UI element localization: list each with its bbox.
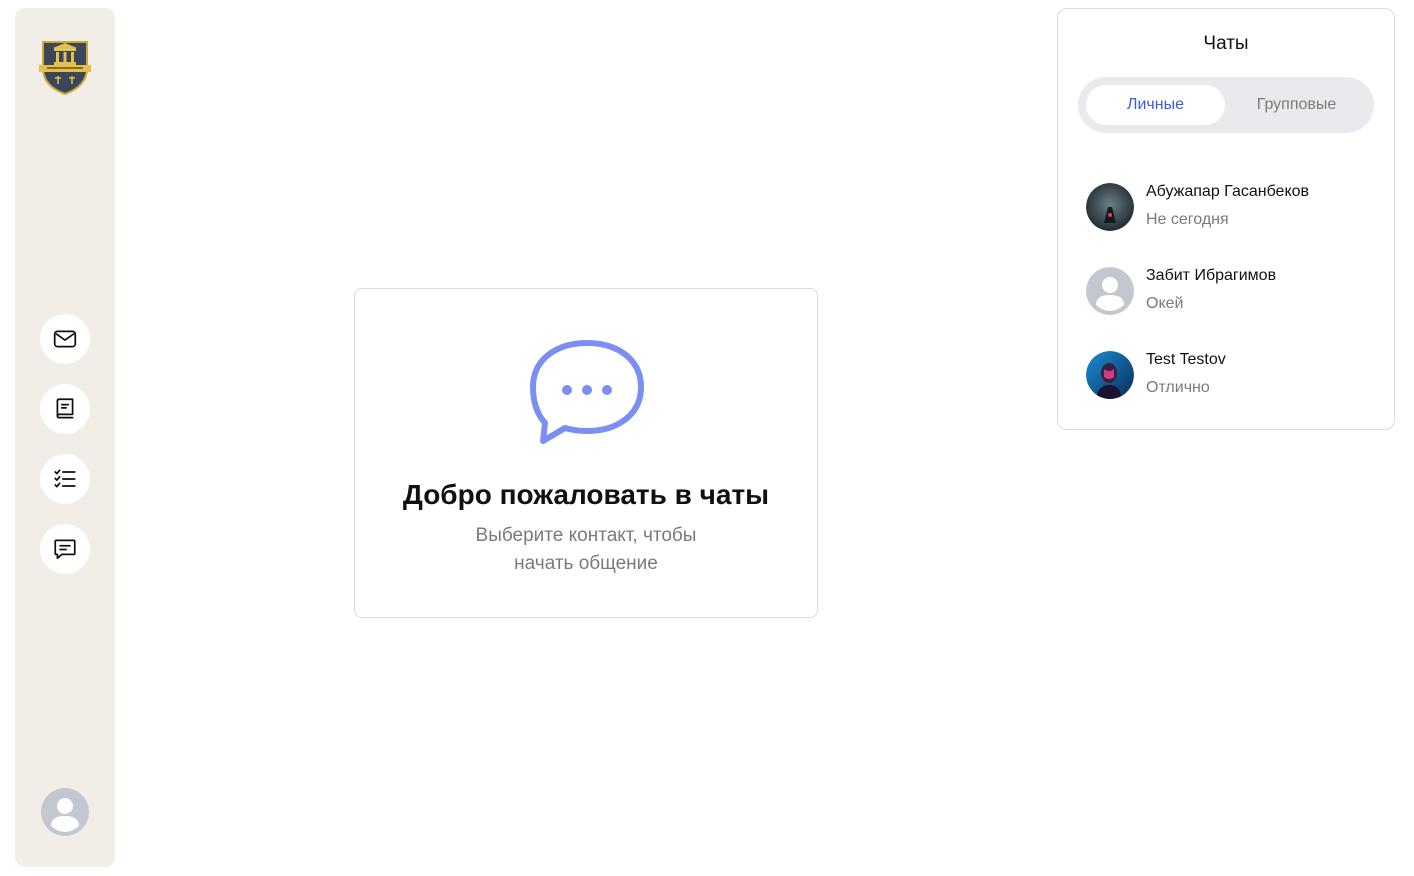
contact-avatar <box>1086 267 1134 315</box>
contact-avatar <box>1086 351 1134 399</box>
contact-item[interactable]: Test Testov Отлично <box>1086 351 1376 403</box>
welcome-card: Добро пожаловать в чаты Выберите контакт… <box>354 288 818 618</box>
mail-icon <box>53 330 77 348</box>
chat-type-tabs: Личные Групповые <box>1078 77 1374 133</box>
contact-name: Test Testov <box>1146 351 1226 368</box>
chats-panel: Чаты Личные Групповые Абужапар Гасанбеко… <box>1057 8 1395 430</box>
chat-bubble-dots-icon <box>530 340 644 444</box>
contact-name: Абужапар Гасанбеков <box>1146 183 1310 200</box>
nav-mail-button[interactable] <box>40 314 90 364</box>
welcome-subtitle: Выберите контакт, чтобы начать общение <box>475 525 697 574</box>
tab-personal[interactable]: Личные <box>1086 85 1225 125</box>
nav-chat-button[interactable] <box>40 524 90 574</box>
contact-last-message: Не сегодня <box>1146 211 1229 228</box>
contact-avatar <box>1086 183 1134 231</box>
tab-group[interactable]: Групповые <box>1227 85 1366 125</box>
user-avatar-icon <box>1086 267 1134 315</box>
sidebar <box>15 8 115 867</box>
nav-tasks-button[interactable] <box>40 454 90 504</box>
checklist-icon <box>54 469 76 488</box>
welcome-title: Добро пожаловать в чаты <box>402 479 770 510</box>
book-icon <box>56 398 74 419</box>
profile-avatar[interactable] <box>41 788 89 836</box>
contact-item[interactable]: Забит Ибрагимов Окей <box>1086 267 1376 319</box>
nav-book-button[interactable] <box>40 384 90 434</box>
chats-title: Чаты <box>1203 33 1249 54</box>
chat-icon <box>54 539 76 560</box>
law-shield-logo[interactable] <box>39 38 91 96</box>
user-avatar-icon <box>41 788 89 836</box>
contact-name: Забит Ибрагимов <box>1146 267 1277 284</box>
contact-last-message: Отлично <box>1146 379 1210 396</box>
contact-last-message: Окей <box>1146 295 1184 312</box>
contact-item[interactable]: Абужапар Гасанбеков Не сегодня <box>1086 183 1376 235</box>
